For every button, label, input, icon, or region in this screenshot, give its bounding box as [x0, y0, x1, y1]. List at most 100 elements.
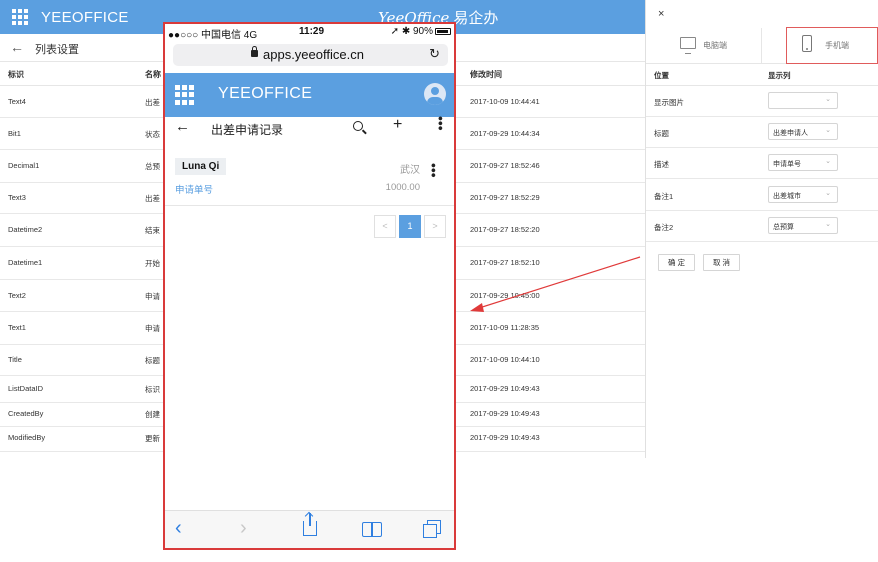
logo-cn-text: 易企办	[453, 9, 499, 27]
cell-id: Text1	[8, 323, 26, 332]
cell-id: Datetime2	[8, 225, 43, 234]
mobile-preview: ●●○○○ 中国电信 4G 11:29 ➚ ✱ 90% apps.yeeoffi…	[163, 22, 456, 550]
back-arrow-icon[interactable]: ←	[10, 39, 24, 55]
tabs-icon[interactable]	[423, 520, 441, 538]
more-icon[interactable]: •••	[433, 116, 449, 131]
mobile-page-title: 出差申请记录	[211, 123, 284, 137]
cell-name: 出差	[145, 98, 160, 107]
cell-id: Title	[8, 355, 22, 364]
header-modified: 修改时间	[470, 70, 502, 79]
cell-modified: 2017-09-27 18:52:10	[470, 258, 540, 267]
settings-header: 位置 显示列	[646, 64, 878, 86]
mobile-brand: YEEOFFICE	[218, 85, 313, 102]
settings-row: 描述 申请单号 ⌄	[646, 148, 878, 179]
monitor-icon	[680, 37, 696, 54]
settings-row: 备注1 出差城市 ⌄	[646, 180, 878, 211]
cell-name: 申请	[145, 292, 160, 301]
mobile-nav-bar: ← 出差申请记录 + •••	[165, 116, 454, 141]
mobile-grid-icon[interactable]	[175, 85, 195, 105]
phone-icon	[802, 35, 812, 52]
reload-icon[interactable]: ↻	[429, 46, 440, 62]
browser-back-icon[interactable]: ‹	[175, 517, 182, 540]
cell-id: Datetime1	[8, 258, 43, 267]
prev-page-button[interactable]: <	[374, 215, 396, 238]
cell-name: 创建	[145, 410, 160, 419]
page-title: 列表设置	[35, 44, 79, 56]
next-page-button[interactable]: >	[424, 215, 446, 238]
cell-id: Text3	[8, 193, 26, 202]
cell-modified: 2017-09-29 10:44:34	[470, 129, 540, 138]
mobile-back-icon[interactable]: ←	[175, 118, 190, 135]
cell-modified: 2017-09-29 10:45:00	[470, 291, 540, 300]
tab-desktop-label: 电脑端	[703, 41, 727, 50]
mobile-app-header: YEEOFFICE	[165, 73, 454, 117]
app-grid-icon[interactable]	[12, 9, 28, 25]
header-name: 名称	[145, 70, 161, 79]
safari-toolbar: ‹ ›	[165, 510, 454, 548]
select-value: 总预算	[773, 224, 794, 231]
display-column-select[interactable]: ⌄	[768, 92, 838, 109]
confirm-button[interactable]: 确 定	[658, 254, 695, 271]
cell-modified: 2017-09-29 10:49:43	[470, 433, 540, 442]
search-icon[interactable]	[353, 121, 363, 131]
tab-desktop[interactable]: 电脑端	[646, 28, 762, 64]
tab-mobile-label: 手机端	[825, 41, 849, 50]
application-number: 申请单号	[175, 185, 214, 196]
share-icon[interactable]	[303, 513, 317, 536]
browser-forward-icon[interactable]: ›	[240, 517, 247, 540]
cell-modified: 2017-09-27 18:52:29	[470, 193, 540, 202]
cell-id: Text4	[8, 97, 26, 106]
cell-id: Bit1	[8, 129, 21, 138]
select-value: 出差城市	[773, 193, 801, 200]
add-icon[interactable]: +	[393, 116, 402, 134]
header-position: 位置	[654, 71, 669, 80]
cell-name: 状态	[145, 130, 160, 139]
header-display-column: 显示列	[768, 71, 791, 80]
cell-name: 结束	[145, 226, 160, 235]
cell-id: Decimal1	[8, 161, 40, 170]
cell-id: ModifiedBy	[8, 433, 46, 442]
chevron-down-icon: ⌄	[825, 221, 831, 228]
avatar[interactable]	[424, 83, 446, 105]
status-bar: ●●○○○ 中国电信 4G 11:29 ➚ ✱ 90%	[165, 24, 454, 41]
position-label: 备注1	[654, 192, 674, 201]
position-label: 标题	[654, 129, 669, 138]
address-bar[interactable]: apps.yeeoffice.cn ↻	[173, 44, 448, 66]
position-label: 描述	[654, 160, 669, 169]
chevron-down-icon: ⌄	[825, 158, 831, 165]
cell-name: 申请	[145, 324, 160, 333]
applicant-name: Luna Qi	[175, 158, 227, 175]
cell-id: CreatedBy	[8, 409, 44, 418]
display-column-select[interactable]: 申请单号 ⌄	[768, 154, 838, 171]
cell-modified: 2017-10-09 10:44:10	[470, 355, 540, 364]
close-icon[interactable]: ×	[658, 8, 664, 20]
cell-name: 出差	[145, 194, 160, 203]
cell-modified: 2017-09-27 18:52:46	[470, 161, 540, 170]
brand-name: YEEOFFICE	[41, 9, 129, 26]
cell-name: 开始	[145, 259, 160, 268]
battery-icon	[435, 27, 451, 35]
tab-mobile[interactable]: 手机端	[786, 27, 878, 64]
display-column-select[interactable]: 出差申请人 ⌄	[768, 123, 838, 140]
cell-modified: 2017-09-29 10:49:43	[470, 409, 540, 418]
header-id: 标识	[8, 70, 24, 79]
select-value: 申请单号	[773, 161, 801, 168]
cell-name: 更新	[145, 434, 160, 443]
display-column-select[interactable]: 总预算 ⌄	[768, 217, 838, 234]
battery-status: ➚ ✱ 90%	[391, 26, 451, 37]
chevron-down-icon: ⌄	[825, 190, 831, 197]
clock-text: 11:29	[299, 26, 325, 37]
column-settings-panel: × 电脑端 手机端 位置 显示列 显示图片 ⌄ 标题 出差申请人 ⌄ 描述 申请单号 ⌄ 备注1…	[645, 0, 878, 458]
settings-row: 显示图片 ⌄	[646, 86, 878, 117]
bookmarks-icon[interactable]	[362, 522, 382, 537]
carrier-text: ●●○○○ 中国电信 4G	[168, 30, 258, 41]
cell-modified: 2017-09-29 10:49:43	[470, 384, 540, 393]
page-1-button[interactable]: 1	[399, 215, 421, 238]
display-column-select[interactable]: 出差城市 ⌄	[768, 186, 838, 203]
list-item[interactable]: Luna Qi 武汉 申请单号 1000.00 •••	[165, 149, 454, 206]
cancel-button[interactable]: 取 消	[703, 254, 740, 271]
cell-name: 总预	[145, 162, 160, 171]
item-more-icon[interactable]: •••	[426, 163, 442, 178]
cell-modified: 2017-10-09 10:44:41	[470, 97, 540, 106]
budget-amount: 1000.00	[385, 182, 420, 193]
